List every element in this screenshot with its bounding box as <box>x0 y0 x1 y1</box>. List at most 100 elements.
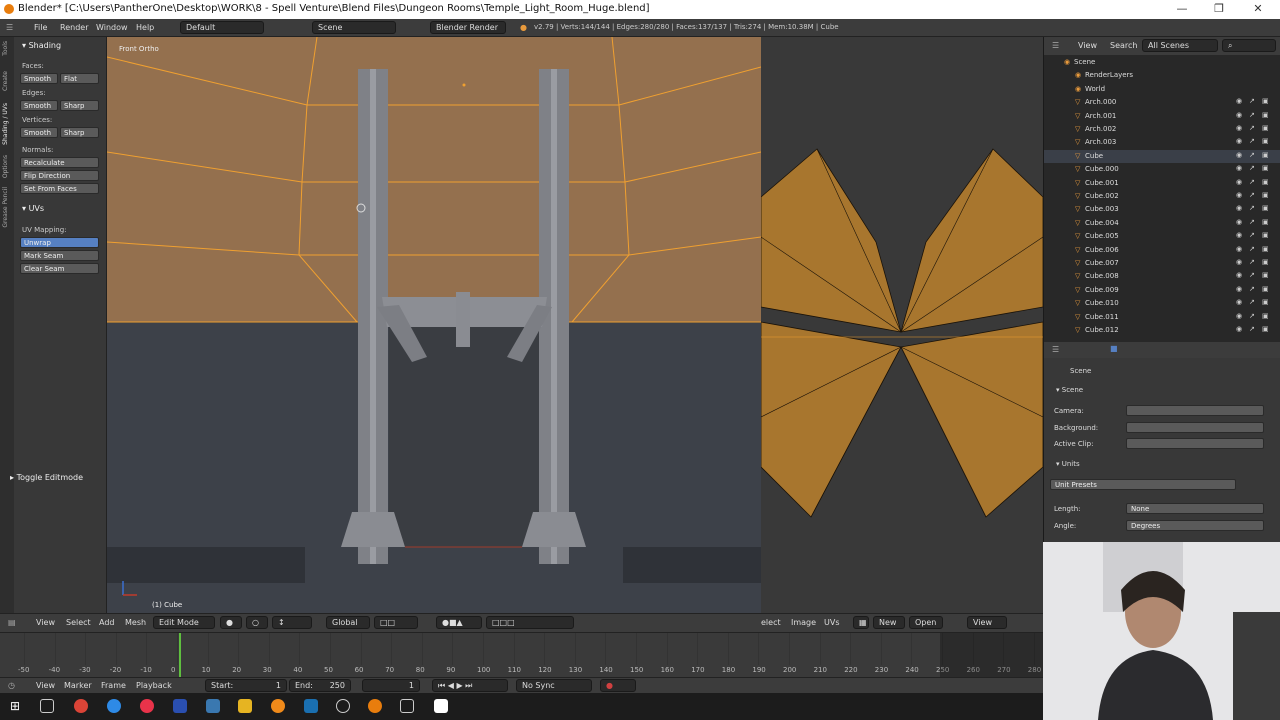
menu-mesh[interactable]: Mesh <box>125 618 146 627</box>
outliner-item[interactable]: ▽ Cube.001 ◉ ↗ ▣ <box>1044 177 1280 190</box>
recorder-icon[interactable] <box>140 699 154 713</box>
visibility-eye-icon[interactable]: ◉ <box>1236 164 1242 172</box>
menu-help[interactable]: Help <box>136 23 154 32</box>
outliner-item[interactable]: ▽ Cube.003 ◉ ↗ ▣ <box>1044 203 1280 216</box>
uv-view-select[interactable]: View <box>967 616 1007 629</box>
selectable-cursor-icon[interactable]: ↗ <box>1249 124 1255 132</box>
outliner-filter-select[interactable]: All Scenes <box>1142 39 1218 52</box>
renderable-camera-icon[interactable]: ▣ <box>1262 164 1269 172</box>
paint-icon[interactable] <box>206 699 220 713</box>
recalculate-button[interactable]: Recalculate <box>20 157 99 168</box>
renderable-camera-icon[interactable]: ▣ <box>1262 258 1269 266</box>
selectable-cursor-icon[interactable]: ↗ <box>1249 258 1255 266</box>
task-view-icon[interactable] <box>40 699 54 713</box>
tab-tools[interactable]: Tools <box>2 41 12 56</box>
edges-smooth-button[interactable]: Smooth <box>20 100 58 111</box>
flip-direction-button[interactable]: Flip Direction <box>20 170 99 181</box>
visibility-eye-icon[interactable]: ◉ <box>1236 231 1242 239</box>
tab-shading-uvs[interactable]: Shading / UVs <box>2 103 12 145</box>
maximize-icon[interactable]: ❐ <box>1209 2 1229 17</box>
scene-panel-header[interactable]: ▾ Scene <box>1056 386 1083 394</box>
outliner-item[interactable]: ▽ Cube.009 ◉ ↗ ▣ <box>1044 284 1280 297</box>
layer-buttons[interactable]: □□ <box>374 616 418 629</box>
menu-window[interactable]: Window <box>96 23 128 32</box>
selectable-cursor-icon[interactable]: ↗ <box>1249 271 1255 279</box>
outliner-item[interactable]: ▽ Cube.007 ◉ ↗ ▣ <box>1044 257 1280 270</box>
selectable-cursor-icon[interactable]: ↗ <box>1249 151 1255 159</box>
outliner-item[interactable]: ▽ Cube.010 ◉ ↗ ▣ <box>1044 297 1280 310</box>
timeline-menu-marker[interactable]: Marker <box>64 681 92 690</box>
minimize-icon[interactable]: — <box>1172 2 1192 17</box>
visibility-eye-icon[interactable]: ◉ <box>1236 124 1242 132</box>
timeline-menu-playback[interactable]: Playback <box>136 681 172 690</box>
active-clip-field[interactable] <box>1126 438 1264 449</box>
visibility-eye-icon[interactable]: ◉ <box>1236 97 1242 105</box>
generic-app-icon[interactable] <box>434 699 448 713</box>
visibility-eye-icon[interactable]: ◉ <box>1236 312 1242 320</box>
snap-buttons[interactable]: □□□ <box>486 616 574 629</box>
visibility-eye-icon[interactable]: ◉ <box>1236 151 1242 159</box>
vertices-sharp-button[interactable]: Sharp <box>60 127 99 138</box>
selectable-cursor-icon[interactable]: ↗ <box>1249 218 1255 226</box>
renderable-camera-icon[interactable]: ▣ <box>1262 271 1269 279</box>
scene-select[interactable]: Scene <box>312 21 396 34</box>
units-panel-header[interactable]: ▾ Units <box>1056 460 1080 468</box>
visibility-eye-icon[interactable]: ◉ <box>1236 258 1242 266</box>
mark-seam-button[interactable]: Mark Seam <box>20 250 99 261</box>
menu-file[interactable]: File <box>34 23 47 32</box>
outliner-item[interactable]: ▽ Cube.006 ◉ ↗ ▣ <box>1044 244 1280 257</box>
selectable-cursor-icon[interactable]: ↗ <box>1249 137 1255 145</box>
playback-controls[interactable]: ⏮ ◀ ▶ ⏭ <box>432 679 508 692</box>
unwrap-dropdown[interactable]: Unwrap <box>20 237 99 248</box>
renderable-camera-icon[interactable]: ▣ <box>1262 124 1269 132</box>
clear-seam-button[interactable]: Clear Seam <box>20 263 99 274</box>
info-editor-icon[interactable]: ☰ <box>6 23 13 32</box>
vertices-smooth-button[interactable]: Smooth <box>20 127 58 138</box>
renderable-camera-icon[interactable]: ▣ <box>1262 204 1269 212</box>
selectable-cursor-icon[interactable]: ↗ <box>1249 312 1255 320</box>
orientation-select[interactable]: Global <box>326 616 370 629</box>
shading-panel-header[interactable]: ▾ Shading <box>22 41 61 50</box>
uv-editor[interactable] <box>761 37 1043 613</box>
image-browse-icon[interactable]: ▦ <box>853 616 869 629</box>
timeline-editor-icon[interactable]: ◷ <box>8 681 15 690</box>
selectable-cursor-icon[interactable]: ↗ <box>1249 191 1255 199</box>
renderable-camera-icon[interactable]: ▣ <box>1262 325 1269 333</box>
length-select[interactable]: None <box>1126 503 1264 514</box>
renderable-camera-icon[interactable]: ▣ <box>1262 218 1269 226</box>
current-frame-field[interactable]: 1 <box>362 679 420 692</box>
start-menu-icon[interactable]: ⊞ <box>10 699 24 713</box>
uvs-panel-header[interactable]: ▾ UVs <box>22 204 44 213</box>
angle-select[interactable]: Degrees <box>1126 520 1264 531</box>
selectable-cursor-icon[interactable]: ↗ <box>1249 97 1255 105</box>
visibility-eye-icon[interactable]: ◉ <box>1236 271 1242 279</box>
layout-select[interactable]: Default <box>180 21 264 34</box>
manipulator-toggles[interactable]: ↕ <box>272 616 312 629</box>
edges-sharp-button[interactable]: Sharp <box>60 100 99 111</box>
tab-create[interactable]: Create <box>2 71 12 91</box>
pivot-select[interactable]: ○ <box>246 616 268 629</box>
outliner-item[interactable]: ▽ Arch.002 ◉ ↗ ▣ <box>1044 123 1280 136</box>
vscode-icon[interactable] <box>304 699 318 713</box>
visibility-eye-icon[interactable]: ◉ <box>1236 285 1242 293</box>
unit-presets-select[interactable]: Unit Presets <box>1050 479 1236 490</box>
uv-menu-image[interactable]: Image <box>791 618 816 627</box>
camera-field[interactable] <box>1126 405 1264 416</box>
properties-editor-icon[interactable]: ☰ <box>1052 345 1059 354</box>
outliner-item[interactable]: ◉ RenderLayers <box>1044 69 1280 82</box>
tab-options[interactable]: Options <box>2 155 12 178</box>
menu-select[interactable]: Select <box>66 618 91 627</box>
selectable-cursor-icon[interactable]: ↗ <box>1249 231 1255 239</box>
selectable-cursor-icon[interactable]: ↗ <box>1249 178 1255 186</box>
inkscape-icon[interactable] <box>400 699 414 713</box>
close-icon[interactable]: ✕ <box>1248 2 1268 17</box>
3d-editor-icon[interactable]: ▤ <box>8 618 16 627</box>
end-frame-field[interactable]: End: 250 <box>289 679 351 692</box>
renderable-camera-icon[interactable]: ▣ <box>1262 178 1269 186</box>
renderable-camera-icon[interactable]: ▣ <box>1262 298 1269 306</box>
visibility-eye-icon[interactable]: ◉ <box>1236 218 1242 226</box>
uv-menu-uvs[interactable]: UVs <box>824 618 840 627</box>
file-explorer-icon[interactable] <box>238 699 252 713</box>
tab-grease-pencil[interactable]: Grease Pencil <box>2 187 12 228</box>
background-field[interactable] <box>1126 422 1264 433</box>
